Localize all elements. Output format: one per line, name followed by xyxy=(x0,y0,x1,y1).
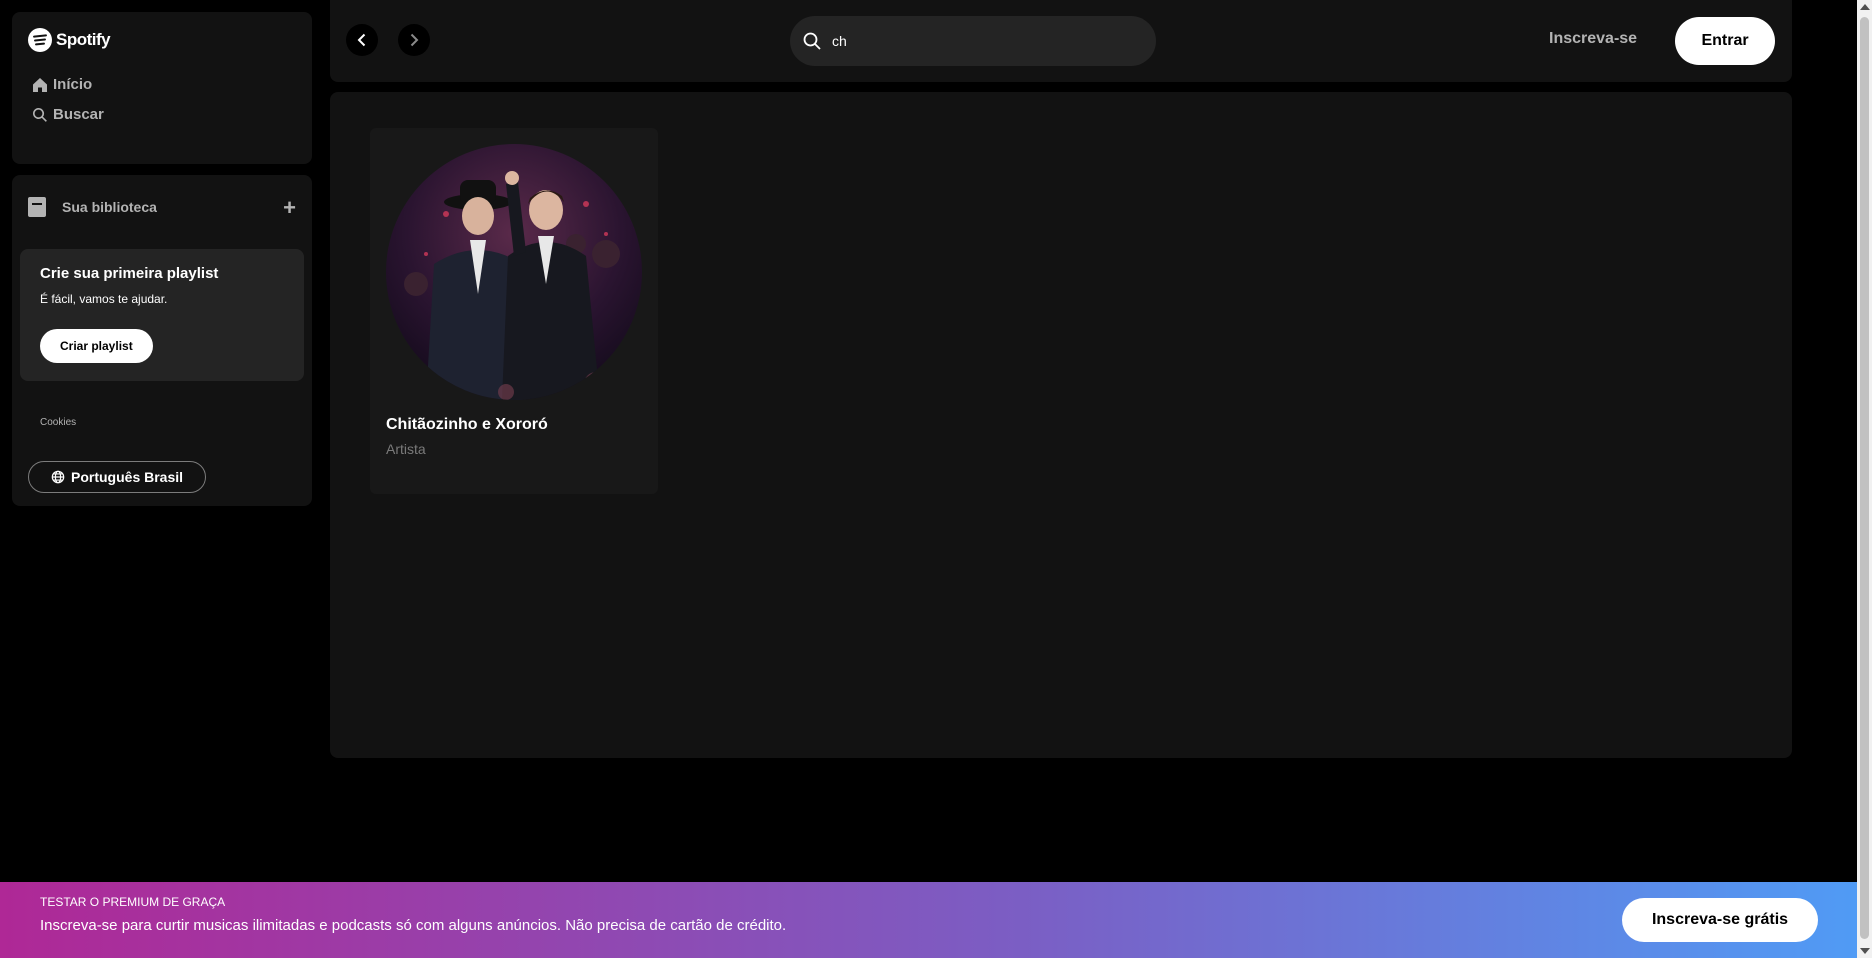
chevron-right-icon xyxy=(410,33,419,47)
spotify-logo-text: Spotify xyxy=(56,30,111,49)
premium-banner[interactable]: TESTAR O PREMIUM DE GRAÇA Inscreva-se pa… xyxy=(0,882,1857,958)
artist-name: Chitãozinho e Xororó xyxy=(386,416,548,433)
home-icon xyxy=(33,77,47,92)
plus-icon[interactable]: + xyxy=(283,195,296,221)
globe-icon xyxy=(51,470,65,484)
nav-search-label: Buscar xyxy=(53,106,104,123)
create-playlist-card: Crie sua primeira playlist É fácil, vamo… xyxy=(20,249,304,381)
free-signup-button[interactable]: Inscreva-se grátis xyxy=(1622,898,1818,942)
nav-home[interactable]: Início xyxy=(32,76,92,93)
language-button[interactable]: Português Brasil xyxy=(28,461,207,493)
banner-kicker: TESTAR O PREMIUM DE GRAÇA xyxy=(40,895,226,909)
chevron-left-icon xyxy=(357,33,366,47)
create-playlist-text: É fácil, vamos te ajudar. xyxy=(40,292,168,306)
cookies-link[interactable]: Cookies xyxy=(40,417,76,428)
nav-home-label: Início xyxy=(53,76,93,93)
library-panel: Sua biblioteca + Crie sua primeira playl… xyxy=(12,175,312,506)
spotify-logo[interactable]: Spotify xyxy=(28,28,111,52)
signup-link[interactable]: Inscreva-se xyxy=(1549,30,1637,48)
create-playlist-heading: Crie sua primeira playlist xyxy=(40,265,219,282)
artist-avatar xyxy=(386,144,642,400)
search-icon xyxy=(803,32,821,50)
spotify-logo-icon xyxy=(28,28,52,52)
top-bar: Inscreva-se Entrar xyxy=(330,0,1792,82)
library-title: Sua biblioteca xyxy=(62,199,157,215)
scrollbar-thumb[interactable] xyxy=(1860,17,1869,939)
search-results: Chitãozinho e Xororó Artista xyxy=(330,92,1792,758)
artist-type: Artista xyxy=(386,441,426,457)
login-button[interactable]: Entrar xyxy=(1675,17,1775,65)
library-header[interactable]: Sua biblioteca xyxy=(28,197,157,217)
page-scrollbar[interactable] xyxy=(1857,0,1872,958)
artist-card[interactable]: Chitãozinho e Xororó Artista xyxy=(370,128,658,494)
create-playlist-button[interactable]: Criar playlist xyxy=(40,329,153,363)
search-box xyxy=(790,16,1156,66)
banner-message: Inscreva-se para curtir musicas ilimitad… xyxy=(40,917,787,934)
library-icon xyxy=(28,197,46,217)
sidebar-nav: Spotify Início Buscar xyxy=(12,12,312,164)
search-icon xyxy=(33,107,47,122)
scroll-up-arrow-icon[interactable] xyxy=(1860,4,1870,10)
language-label: Português Brasil xyxy=(71,469,184,485)
nav-search[interactable]: Buscar xyxy=(32,106,104,123)
forward-button[interactable] xyxy=(398,24,430,56)
back-button[interactable] xyxy=(346,24,378,56)
search-input[interactable] xyxy=(832,33,1132,49)
scroll-down-arrow-icon[interactable] xyxy=(1860,948,1870,954)
